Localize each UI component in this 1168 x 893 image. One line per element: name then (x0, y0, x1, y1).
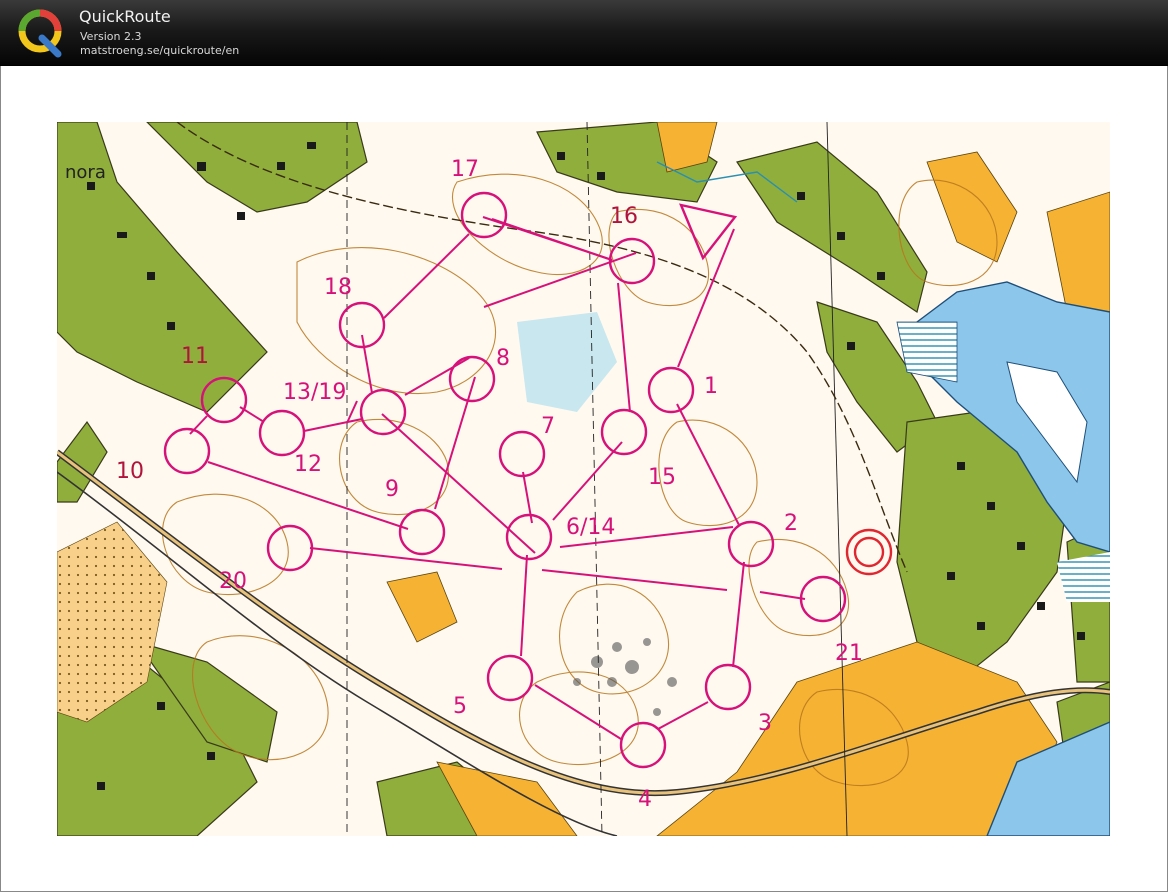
map-canvas: nora 1 2 3 4 5 6/14 7 8 9 10 11 12 13/19… (57, 122, 1110, 836)
quickroute-logo-icon (18, 9, 62, 58)
control-label-17: 17 (451, 157, 479, 182)
control-label-9: 9 (385, 477, 399, 502)
control-label-3: 3 (758, 711, 772, 736)
control-label-7: 7 (541, 414, 555, 439)
control-label-4: 4 (638, 787, 652, 812)
place-label: nora (65, 162, 106, 183)
control-label-10: 10 (116, 459, 144, 484)
app-version: Version 2.3 (80, 30, 142, 43)
control-label-12: 12 (294, 452, 322, 477)
control-label-20: 20 (219, 569, 247, 594)
control-label-5: 5 (453, 694, 467, 719)
control-label-1: 1 (704, 374, 718, 399)
control-label-15: 15 (648, 465, 676, 490)
title-bar: QuickRoute Version 2.3 matstroeng.se/qui… (0, 0, 1168, 66)
control-label-13-19: 13/19 (283, 380, 346, 405)
control-label-18: 18 (324, 275, 352, 300)
control-label-16: 16 (610, 204, 638, 229)
app-url[interactable]: matstroeng.se/quickroute/en (80, 44, 239, 57)
control-label-21: 21 (835, 641, 863, 666)
control-label-6-14: 6/14 (566, 515, 615, 540)
control-label-2: 2 (784, 511, 798, 536)
app-title: QuickRoute (79, 7, 171, 26)
control-label-8: 8 (496, 346, 510, 371)
orienteering-map[interactable]: nora 1 2 3 4 5 6/14 7 8 9 10 11 12 13/19… (57, 122, 1110, 836)
control-label-11: 11 (181, 344, 209, 369)
